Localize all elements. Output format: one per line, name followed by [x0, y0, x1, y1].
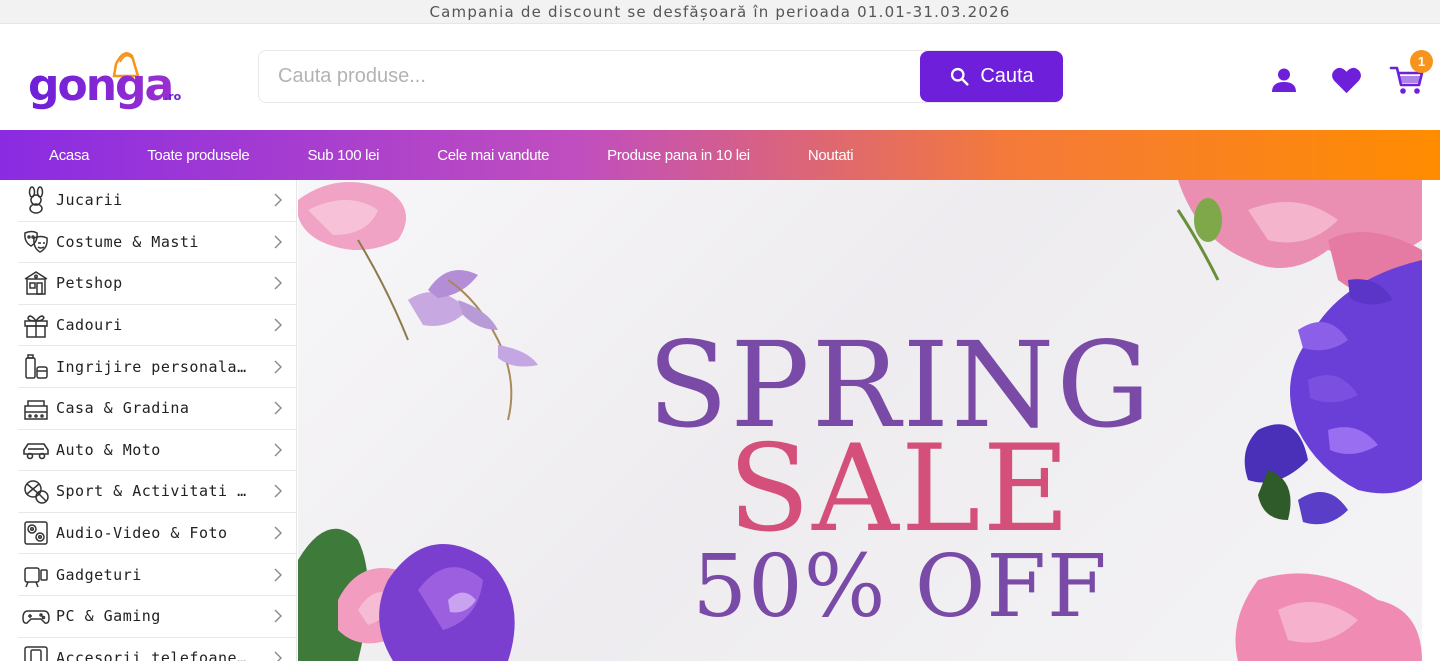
nav-item-toate-produsele[interactable]: Toate produsele [147, 147, 250, 164]
nav-item-cele-mai-vandute[interactable]: Cele mai vandute [437, 147, 549, 164]
user-icon[interactable] [1270, 66, 1298, 94]
home-garden-icon [24, 400, 48, 421]
category-label: Auto & Moto [56, 440, 161, 459]
chevron-right-icon [274, 484, 282, 498]
banner-title-discount: 50% OFF [692, 537, 1108, 637]
category-item-cadouri[interactable]: Cadouri [18, 305, 296, 347]
chevron-right-icon [274, 318, 282, 332]
category-item-costume-masti[interactable]: Costume & Masti [18, 222, 296, 264]
category-label: Petshop [56, 274, 123, 293]
main-nav: Acasa Toate produsele Sub 100 lei Cele m… [0, 130, 1440, 180]
chevron-right-icon [274, 526, 282, 540]
petshop-icon [24, 271, 48, 296]
logo-graphic: gonga .ro [28, 52, 182, 111]
category-item-gadgeturi[interactable]: Gadgeturi [18, 554, 296, 596]
gadget-icon [24, 566, 48, 587]
chevron-right-icon [274, 360, 282, 374]
category-label: Costume & Masti [56, 232, 199, 251]
category-label: Ingrijire personala & Cosmetice [56, 357, 252, 376]
nav-item-acasa[interactable]: Acasa [49, 147, 90, 164]
chevron-right-icon [274, 235, 282, 249]
site-header: gonga .ro Cauta 1 [0, 24, 1440, 130]
promo-text: Campania de discount se desfășoară în pe… [429, 3, 1011, 21]
chevron-right-icon [274, 568, 282, 582]
cart-count-badge: 1 [1410, 50, 1433, 73]
chevron-right-icon [274, 193, 282, 207]
search-button-label: Cauta [980, 65, 1034, 87]
gift-icon [24, 315, 48, 338]
category-item-petshop[interactable]: Petshop [18, 263, 296, 305]
search-box: Cauta [258, 50, 1063, 103]
cart-button[interactable]: 1 [1389, 50, 1433, 97]
category-item-audio-video[interactable]: Audio-Video & Foto [18, 513, 296, 555]
promo-bar: Campania de discount se desfășoară în pe… [0, 0, 1440, 24]
chevron-right-icon [274, 276, 282, 290]
cosmetics-icon [25, 353, 48, 379]
sport-icon [24, 480, 49, 505]
category-label: PC & Gaming [56, 607, 161, 626]
gamepad-icon [22, 610, 50, 625]
heart-icon[interactable] [1331, 66, 1362, 95]
category-item-accesorii-telefoane[interactable]: Accesorii telefoane & tablete [18, 638, 296, 661]
category-item-auto-moto[interactable]: Auto & Moto [18, 430, 296, 472]
mask-icon [24, 230, 48, 253]
flower-top-left [298, 182, 478, 341]
search-button[interactable]: Cauta [920, 51, 1063, 102]
category-item-casa-gradina[interactable]: Casa & Gradina [18, 388, 296, 430]
nav-item-noutati[interactable]: Noutati [808, 147, 854, 164]
chevron-right-icon [274, 401, 282, 415]
category-item-ingrijire-personala[interactable]: Ingrijire personala & Cosmetice [18, 346, 296, 388]
car-icon [23, 443, 49, 460]
category-item-jucarii[interactable]: Jucarii [18, 180, 296, 222]
category-label: Casa & Gradina [56, 399, 190, 418]
hero-banner[interactable]: SPRING SALE 50% OFF [298, 180, 1422, 661]
chevron-right-icon [274, 609, 282, 623]
category-item-sport[interactable]: Sport & Activitati in aer liber [18, 471, 296, 513]
logo-tld: .ro [164, 90, 182, 103]
search-icon [951, 67, 969, 86]
site-logo[interactable]: gonga .ro [28, 42, 188, 112]
category-sidebar: Jucarii Costume & Masti Petshop Cadouri … [18, 180, 297, 661]
category-label: Audio-Video & Foto [56, 524, 228, 543]
logo-wordmark: gonga [28, 60, 172, 111]
category-label: Jucarii [56, 191, 123, 210]
nav-item-produse-10-lei[interactable]: Produse pana in 10 lei [607, 147, 750, 164]
search-input[interactable] [259, 51, 919, 102]
category-label: Sport & Activitati in aer liber [56, 482, 252, 501]
audio-video-icon [24, 521, 48, 545]
category-label: Accesorii telefoane & tablete [56, 648, 252, 661]
phone-icon [24, 646, 48, 661]
banner-title-sale: SALE [727, 420, 1073, 559]
category-item-pc-gaming[interactable]: PC & Gaming [18, 596, 296, 638]
chevron-right-icon [274, 443, 282, 457]
chevron-right-icon [274, 651, 282, 661]
nav-item-sub-100-lei[interactable]: Sub 100 lei [307, 147, 379, 164]
category-label: Cadouri [56, 316, 123, 335]
category-label: Gadgeturi [56, 565, 142, 584]
toy-icon [28, 186, 44, 215]
